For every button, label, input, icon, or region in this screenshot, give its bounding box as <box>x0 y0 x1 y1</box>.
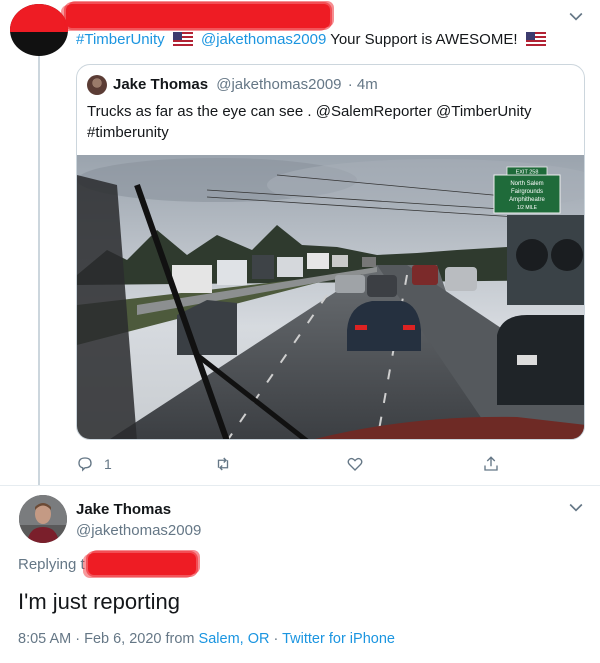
quoted-tweet-card[interactable]: Jake Thomas @jakethomas2009 · 4m Trucks … <box>76 64 585 440</box>
heart-icon <box>347 457 363 471</box>
quoted-time: · 4m <box>347 76 378 93</box>
divider <box>0 485 600 486</box>
tweet-timestamp[interactable]: 8:05 AM · Feb 6, 2020 from <box>18 631 195 647</box>
sign-line-4: 1/2 MILE <box>517 205 538 211</box>
tweet-source-link[interactable]: Twitter for iPhone <box>282 631 395 647</box>
mention-jakethomas2009[interactable]: @jakethomas2009 <box>201 31 326 48</box>
share-icon <box>484 456 498 471</box>
quoted-text-line-1: Trucks as far as the eye can see . @Sale… <box>87 103 532 120</box>
sign-line-2: Fairgrounds <box>511 189 543 195</box>
tweet-action-bar: 1 <box>76 455 516 479</box>
hashtag-timberunity[interactable]: #TimberUnity <box>76 31 165 48</box>
sign-line-3: Amphitheatre <box>509 197 545 203</box>
retweet-icon <box>217 457 229 471</box>
reply-button[interactable]: 1 <box>76 455 112 473</box>
chevron-down-icon[interactable] <box>566 497 586 517</box>
tweet-text-suffix: Your Support is AWESOME! <box>330 31 518 48</box>
quoted-author-avatar <box>87 75 107 95</box>
us-flag-icon <box>525 32 546 46</box>
tweet-body: I'm just reporting <box>18 589 180 614</box>
quoted-author-handle: @jakethomas2009 <box>216 76 342 93</box>
retweet-button[interactable] <box>214 455 232 473</box>
tweet-text: #TimberUnity @jakethomas2009 Your Suppor… <box>76 31 550 48</box>
reply-count: 1 <box>104 456 112 472</box>
sign-line-1: North Salem <box>510 181 543 187</box>
redacted-reply-target <box>88 553 196 575</box>
sign-exit: EXIT 258 <box>516 170 539 176</box>
meta-separator: · <box>273 631 279 647</box>
highway-trucks-photo[interactable]: North Salem Fairgrounds Amphitheatre 1/2… <box>77 155 585 440</box>
like-button[interactable] <box>346 455 364 473</box>
quoted-author-name: Jake Thomas <box>113 76 209 93</box>
chevron-down-icon[interactable] <box>566 6 586 26</box>
author-avatar-redacted[interactable] <box>10 4 68 56</box>
reply-icon <box>78 457 92 472</box>
quoted-tweet-text: Trucks as far as the eye can see . @Sale… <box>87 101 567 143</box>
thread-line <box>38 52 40 486</box>
quoted-tweet-header: Jake Thomas @jakethomas2009 · 4m <box>113 76 378 93</box>
us-flag-icon <box>172 32 193 46</box>
author-handle[interactable]: @jakethomas2009 <box>76 522 201 539</box>
tweet-metadata: 8:05 AM · Feb 6, 2020 from Salem, OR · T… <box>18 631 395 647</box>
share-button[interactable] <box>482 455 500 473</box>
replying-to-label: Replying t <box>18 556 85 573</box>
quoted-text-line-2: #timberunity <box>87 124 169 141</box>
author-name[interactable]: Jake Thomas <box>76 501 171 518</box>
author-avatar[interactable] <box>19 495 67 543</box>
tweet-location-link[interactable]: Salem, OR <box>199 631 270 647</box>
redacted-author-name <box>66 4 330 28</box>
